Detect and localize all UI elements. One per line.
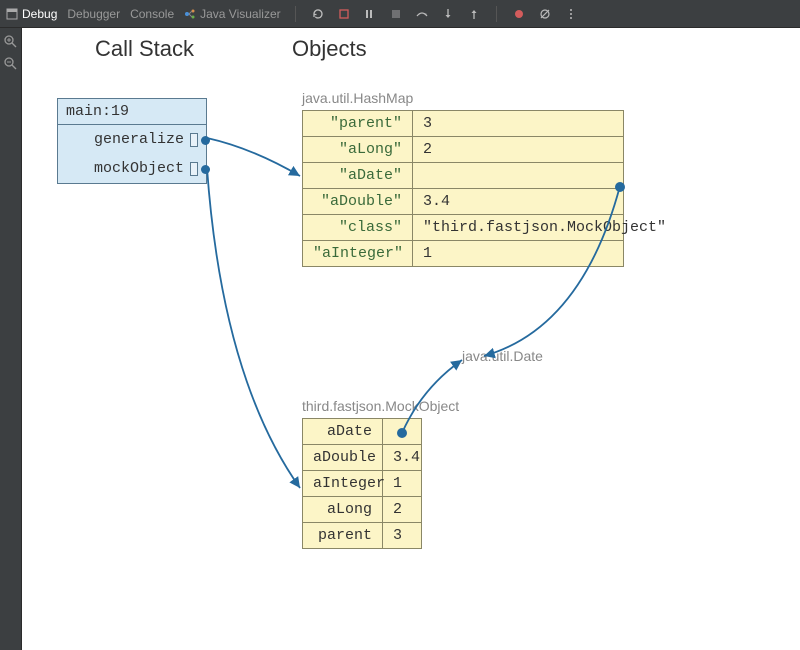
table-row: "parent"3	[303, 111, 623, 137]
separator	[295, 6, 296, 22]
zoom-in-icon[interactable]	[3, 34, 19, 50]
breakpoints-icon[interactable]	[511, 6, 527, 22]
mute-icon[interactable]	[388, 6, 404, 22]
pointer-box	[190, 162, 198, 176]
table-row: "aDouble"3.4	[303, 189, 623, 215]
step-icon[interactable]	[362, 6, 378, 22]
var-name: mockObject	[94, 160, 184, 177]
object-type-label: third.fastjson.MockObject	[302, 398, 459, 414]
callstack-row[interactable]: generalize	[58, 125, 206, 154]
left-gutter	[0, 28, 22, 650]
tab-debug[interactable]: Debug	[6, 7, 57, 21]
refresh-icon[interactable]	[310, 6, 326, 22]
main: Call Stack Objects main:19 generalize mo…	[0, 28, 800, 650]
pointer-dot-icon	[201, 165, 210, 174]
table-row: "aDate"	[303, 163, 623, 189]
hashmap-table[interactable]: "parent"3 "aLong"2 "aDate" "aDouble"3.4 …	[302, 110, 624, 267]
callstack-heading: Call Stack	[95, 36, 194, 62]
visualizer-icon	[184, 8, 196, 20]
step-into-icon[interactable]	[440, 6, 456, 22]
table-row: "aInteger"1	[303, 241, 623, 266]
step-over-icon[interactable]	[414, 6, 430, 22]
var-name: generalize	[94, 131, 184, 148]
object-type-label: java.util.HashMap	[302, 90, 413, 106]
table-row: aDouble3.4	[303, 445, 421, 471]
more-icon[interactable]	[563, 6, 579, 22]
tab-debugger[interactable]: Debugger	[67, 7, 120, 21]
table-row: aLong2	[303, 497, 421, 523]
visualizer-canvas[interactable]: Call Stack Objects main:19 generalize mo…	[22, 28, 800, 650]
callstack-frame[interactable]: main:19 generalize mockObject	[57, 98, 207, 184]
pointer-box	[190, 133, 198, 147]
pointer-dot-icon	[397, 428, 407, 438]
mute-breakpoints-icon[interactable]	[537, 6, 553, 22]
stop-icon[interactable]	[336, 6, 352, 22]
date-type-label: java.util.Date	[462, 348, 543, 364]
toolbar: Debug Debugger Console Java Visualizer	[0, 0, 800, 28]
table-row: "class""third.fastjson.MockObject"	[303, 215, 623, 241]
frame-title: main:19	[58, 99, 206, 125]
tab-java-visualizer[interactable]: Java Visualizer	[184, 7, 280, 21]
table-row: "aLong"2	[303, 137, 623, 163]
table-row: aInteger1	[303, 471, 421, 497]
tab-label: Debug	[22, 7, 57, 21]
pointer-dot-icon	[615, 182, 625, 192]
table-row: parent3	[303, 523, 421, 548]
objects-heading: Objects	[292, 36, 367, 62]
pointer-dot-icon	[201, 136, 210, 145]
callstack-row[interactable]: mockObject	[58, 154, 206, 183]
debug-panel-icon	[6, 8, 18, 20]
tab-console[interactable]: Console	[130, 7, 174, 21]
step-out-icon[interactable]	[466, 6, 482, 22]
mockobject-table[interactable]: aDate aDouble3.4 aInteger1 aLong2 parent…	[302, 418, 422, 549]
zoom-out-icon[interactable]	[3, 56, 19, 72]
separator	[496, 6, 497, 22]
